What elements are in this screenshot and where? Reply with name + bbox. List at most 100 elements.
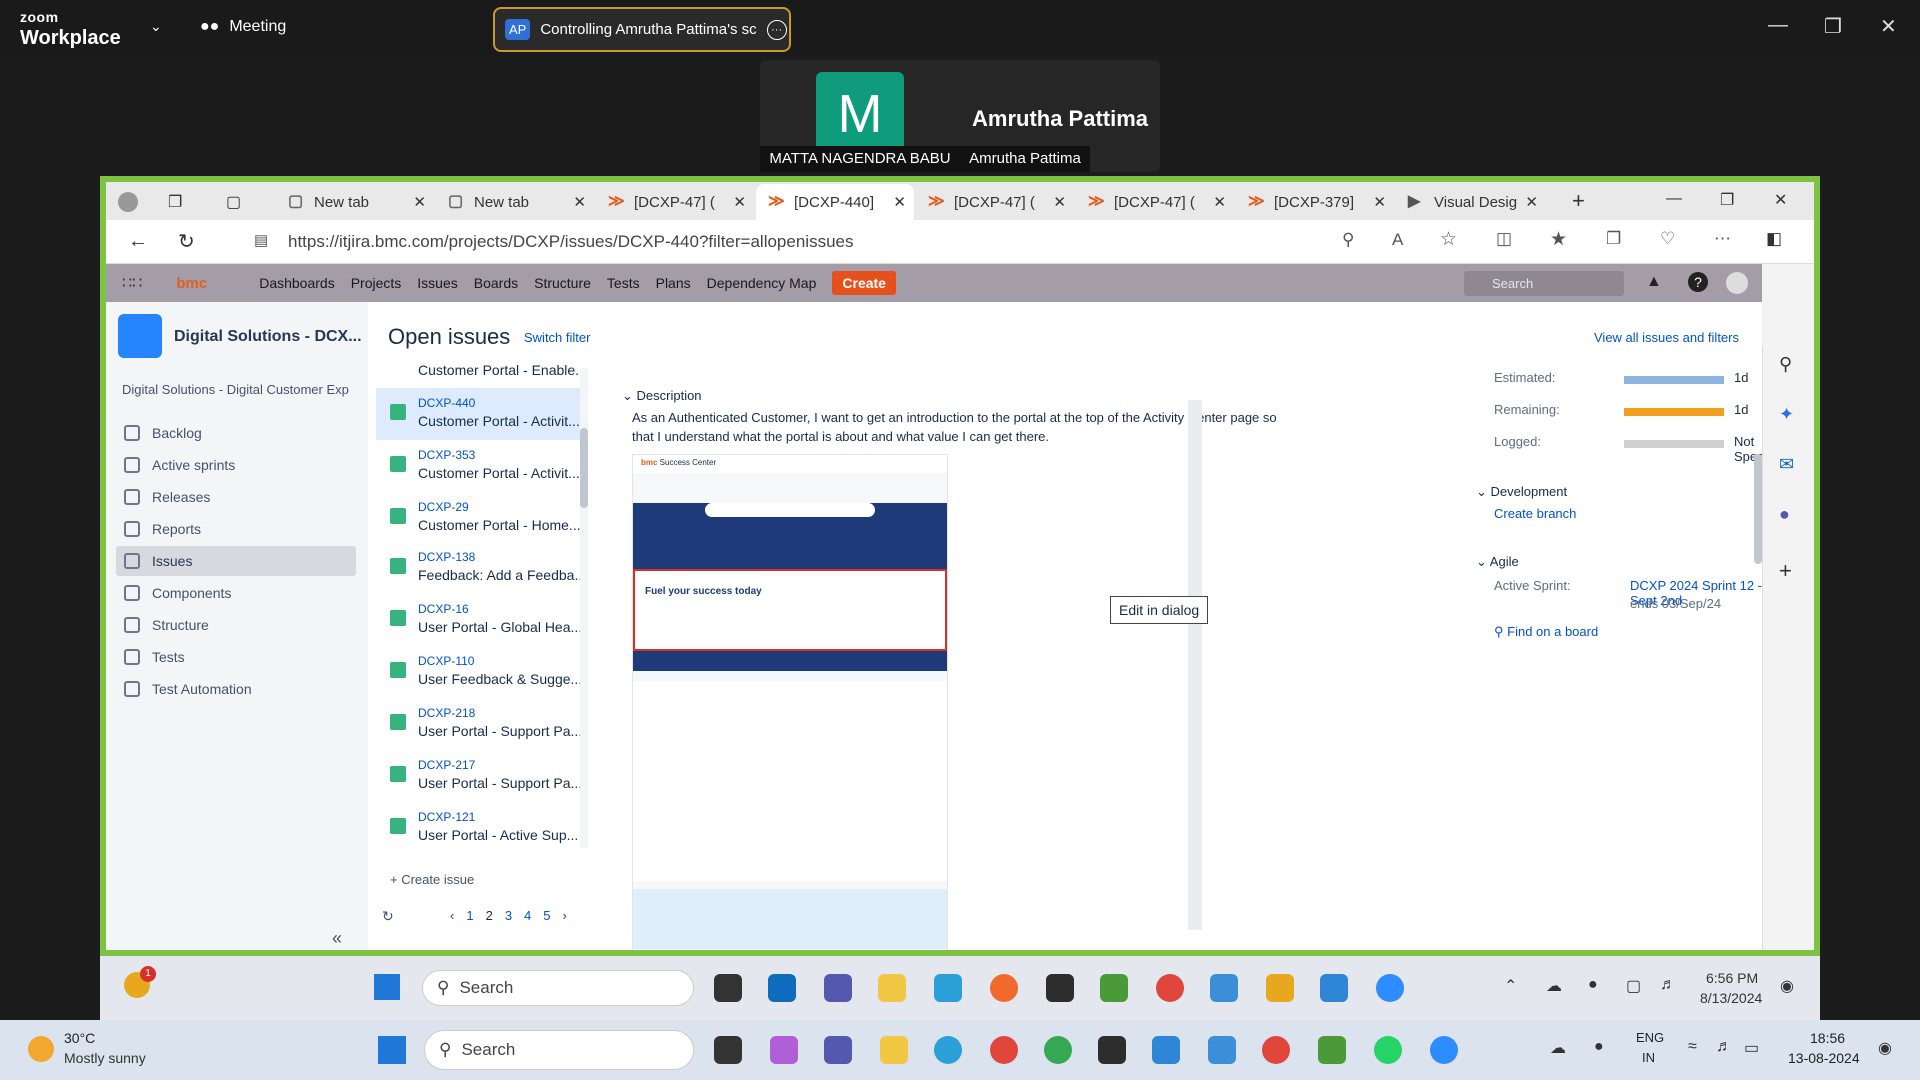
whatsapp-icon[interactable]	[1374, 1036, 1402, 1064]
close-tab-icon[interactable]: ✕	[733, 193, 746, 211]
nav-tests[interactable]: Tests	[607, 275, 640, 291]
list-item[interactable]: DCXP-29 Customer Portal - Home...	[376, 492, 588, 544]
close-tab-icon[interactable]: ✕	[413, 193, 426, 211]
volume-icon[interactable]: ♬	[1660, 976, 1676, 994]
more-options-icon[interactable]: ···	[766, 19, 787, 40]
chrome-alt-icon[interactable]	[1262, 1036, 1290, 1064]
chrome-profile-icon[interactable]	[1044, 1036, 1072, 1064]
cloud-icon[interactable]: ☁	[1546, 976, 1562, 996]
search-input[interactable]: ⚲ Search	[424, 1030, 694, 1070]
vscode-icon[interactable]	[1320, 974, 1348, 1002]
zoom-icon[interactable]	[1376, 974, 1404, 1002]
file-explorer-icon[interactable]	[878, 974, 906, 1002]
attached-screenshot[interactable]: bmc Success Center Fuel your success tod…	[632, 454, 948, 950]
tab-dcxp-440[interactable]: ≫ [DCXP-440] ✕	[756, 184, 914, 220]
list-item[interactable]: DCXP-110 User Feedback & Sugge...	[376, 646, 588, 698]
chevron-down-icon[interactable]: ⌄	[150, 18, 162, 35]
weather-icon[interactable]	[28, 1036, 54, 1062]
list-item[interactable]: DCXP-217 User Portal - Support Pa...	[376, 750, 588, 802]
meeting-menu[interactable]: ●● Meeting	[200, 18, 286, 36]
prev-page-icon[interactable]: ‹	[450, 908, 454, 923]
zoom-icon[interactable]: ⚲	[1342, 230, 1354, 250]
close-tab-icon[interactable]: ✕	[1525, 193, 1538, 211]
search-icon[interactable]: ⚲	[1779, 354, 1792, 375]
restore-icon[interactable]: ❐	[1720, 190, 1734, 210]
list-item[interactable]: DCXP-218 User Portal - Support Pa...	[376, 698, 588, 750]
git-icon[interactable]	[1266, 974, 1294, 1002]
page-5[interactable]: 5	[543, 908, 550, 923]
notifications-icon[interactable]: ▲	[1646, 273, 1662, 291]
task-view-icon[interactable]	[714, 1036, 742, 1064]
tab-actions-icon[interactable]: ▢	[226, 192, 241, 212]
sidebar-item-test-automation[interactable]: Test Automation	[116, 674, 356, 704]
favorites-icon[interactable]: ★	[1550, 228, 1567, 251]
restore-icon[interactable]: ❐	[1824, 14, 1842, 39]
lock-icon[interactable]: ▤	[254, 231, 268, 249]
list-item[interactable]: DCXP-121 User Portal - Active Sup...	[376, 802, 588, 854]
project-full-name[interactable]: Digital Solutions - Digital Customer Exp	[122, 382, 349, 397]
close-tab-icon[interactable]: ✕	[1373, 193, 1386, 211]
sidebar-item-tests[interactable]: Tests	[116, 642, 356, 672]
bell-icon[interactable]: ◉	[1780, 976, 1794, 996]
language[interactable]: ENG	[1636, 1030, 1664, 1045]
tab-dcxp-379[interactable]: ≫ [DCXP-379] ✕	[1236, 184, 1394, 220]
list-item[interactable]: DCXP-16 User Portal - Global Hea...	[376, 594, 588, 646]
edge-icon[interactable]	[934, 1036, 962, 1064]
region[interactable]: IN	[1642, 1050, 1655, 1065]
taskbar-time[interactable]: 6:56 PM	[1706, 970, 1758, 986]
description-heading[interactable]: ⌄ Description	[622, 388, 702, 404]
split-screen-icon[interactable]: ◫	[1496, 229, 1512, 249]
tab-visual-design[interactable]: ▶ Visual Desig ✕	[1396, 184, 1546, 220]
back-icon[interactable]: ←	[128, 230, 148, 253]
teams-icon[interactable]: ●	[1779, 504, 1790, 525]
vscode-icon[interactable]	[1152, 1036, 1180, 1064]
create-button[interactable]: Create	[832, 271, 896, 295]
nav-plans[interactable]: Plans	[656, 275, 691, 291]
list-scrollbar[interactable]	[580, 368, 588, 848]
teams-icon[interactable]	[824, 974, 852, 1002]
bell-icon[interactable]: ◉	[1878, 1038, 1892, 1058]
postman-icon[interactable]	[990, 974, 1018, 1002]
paint-icon[interactable]	[1210, 974, 1238, 1002]
sidebar-item-components[interactable]: Components	[116, 578, 356, 608]
search-input[interactable]: ⚲ Search	[422, 970, 694, 1006]
task-view-icon[interactable]	[714, 974, 742, 1002]
page-2[interactable]: 2	[486, 908, 493, 923]
close-tab-icon[interactable]: ✕	[893, 193, 906, 211]
refresh-icon[interactable]: ↻	[178, 229, 195, 254]
find-on-board-link[interactable]: ⚲ Find on a board	[1494, 624, 1598, 640]
development-heading[interactable]: ⌄ Development	[1476, 484, 1567, 500]
tab-new-1[interactable]: ▢ New tab ✕	[276, 184, 434, 220]
spreadsheet-icon[interactable]	[1318, 1036, 1346, 1064]
spreadsheet-icon[interactable]	[1100, 974, 1128, 1002]
zoom-logo[interactable]: zoom Workplace	[20, 10, 121, 48]
sidebar-item-active-sprints[interactable]: Active sprints	[116, 450, 356, 480]
sidebar-item-structure[interactable]: Structure	[116, 610, 356, 640]
read-aloud-icon[interactable]: A	[1392, 230, 1403, 250]
wifi-icon[interactable]: ≈	[1688, 1038, 1697, 1056]
panel-scrollbar[interactable]	[1754, 374, 1762, 934]
workspaces-icon[interactable]: ❐	[168, 192, 182, 212]
refresh-icon[interactable]: ↻	[382, 908, 394, 925]
microphone-icon[interactable]: ●	[1588, 976, 1598, 994]
close-tab-icon[interactable]: ✕	[573, 193, 586, 211]
create-branch-link[interactable]: Create branch	[1494, 506, 1576, 521]
new-tab-icon[interactable]: +	[1572, 188, 1585, 214]
more-icon[interactable]: ⋯	[1714, 229, 1731, 249]
detail-scrollbar[interactable]	[1188, 400, 1202, 930]
close-tab-icon[interactable]: ✕	[1213, 193, 1226, 211]
chrome-icon[interactable]	[1156, 974, 1184, 1002]
favorite-icon[interactable]: ☆	[1440, 228, 1457, 251]
close-tab-icon[interactable]: ✕	[1053, 193, 1066, 211]
nav-boards[interactable]: Boards	[474, 275, 518, 291]
add-icon[interactable]: +	[1779, 558, 1792, 584]
list-item[interactable]: DCXP-353 Customer Portal - Activit...	[376, 440, 588, 492]
collapse-sidebar-icon[interactable]: «	[332, 928, 342, 949]
tab-dcxp-47-c[interactable]: ≫ [DCXP-47] (✕	[1076, 184, 1234, 220]
list-item[interactable]: Customer Portal - Enable...	[376, 356, 588, 386]
sidebar-item-reports[interactable]: Reports	[116, 514, 356, 544]
view-all-filters-link[interactable]: View all issues and filters	[1594, 330, 1739, 345]
zoom-icon[interactable]	[1430, 1036, 1458, 1064]
tab-new-2[interactable]: ▢ New tab ✕	[436, 184, 594, 220]
clock-time[interactable]: 18:56	[1810, 1030, 1845, 1046]
